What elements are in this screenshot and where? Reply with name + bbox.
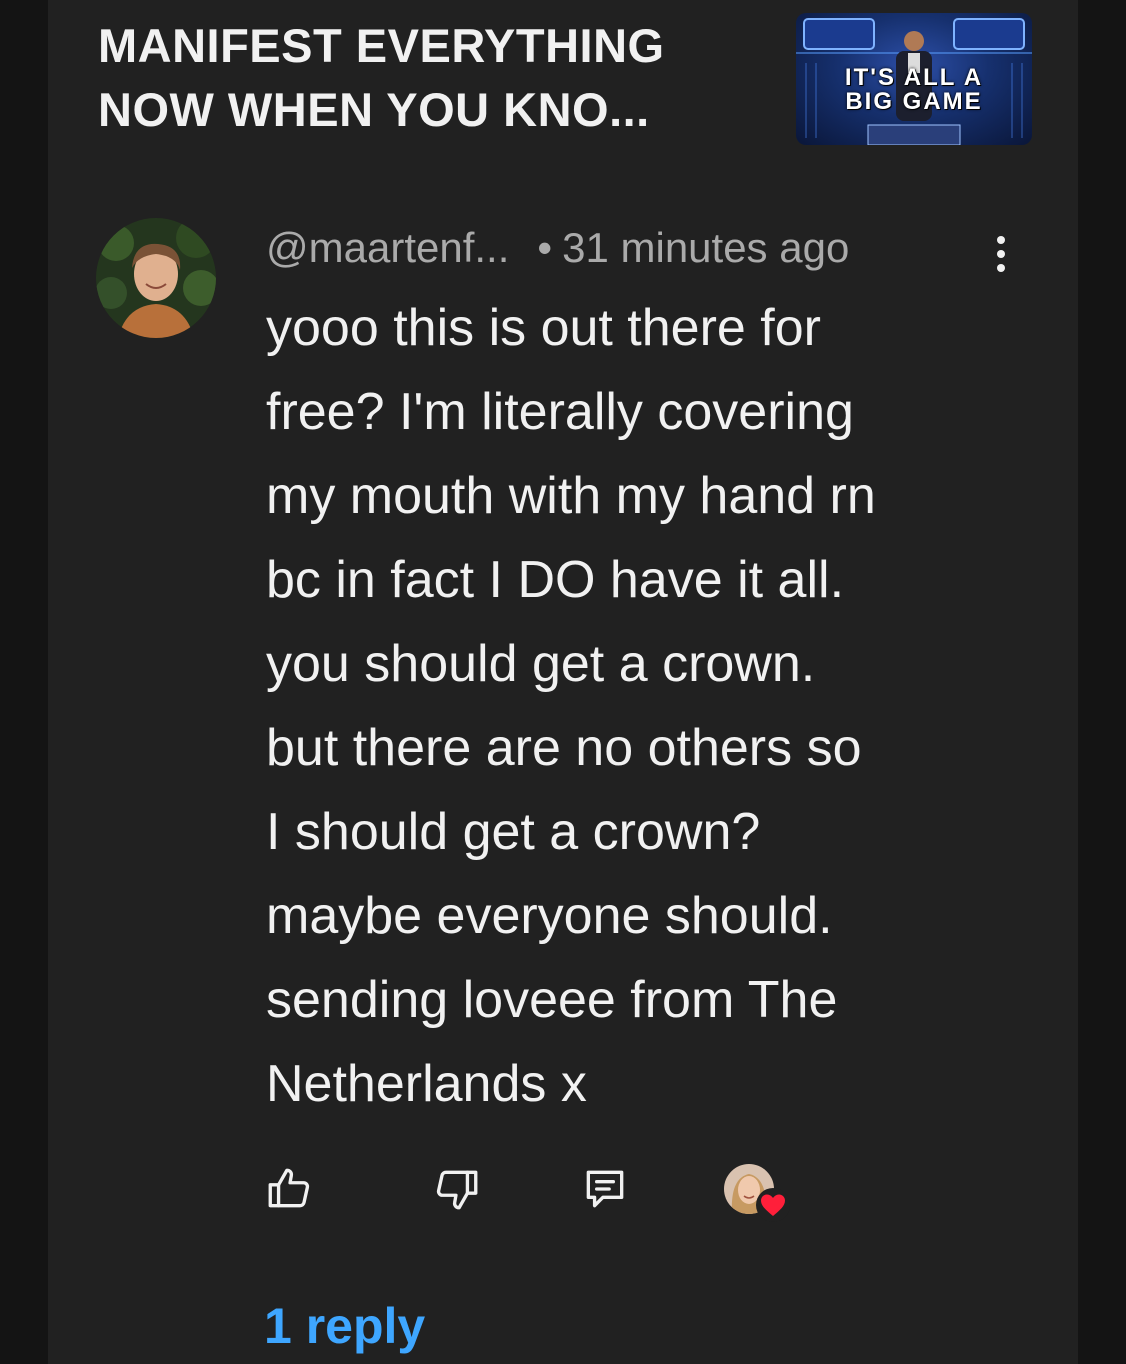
commenter-avatar[interactable]: [96, 218, 216, 338]
reply-button[interactable]: [580, 1164, 630, 1214]
view-replies-button[interactable]: 1 reply: [264, 1294, 425, 1358]
comment-author[interactable]: @maartenf...: [266, 224, 509, 271]
heart-badge: [756, 1188, 790, 1222]
meta-separator: •: [537, 224, 553, 271]
thumbnail-caption-line-2: BIG GAME: [845, 88, 983, 115]
comment-menu-button[interactable]: [986, 228, 1016, 278]
more-vert-icon: [997, 236, 1005, 272]
dislike-button[interactable]: [432, 1164, 482, 1214]
comment-meta: @maartenf... • 31 minutes ago: [266, 220, 849, 276]
reply-comment-icon: [586, 1170, 624, 1208]
thumbs-up-icon: [268, 1168, 310, 1208]
video-thumbnail[interactable]: IT'S ALL A BIG GAME: [796, 13, 1032, 145]
comments-panel: MANIFEST EVERYTHING NOW WHEN YOU KNO... …: [48, 0, 1078, 1364]
thumbs-down-icon: [436, 1170, 478, 1210]
commenter-avatar-image: [96, 218, 216, 338]
comment-text: yooo this is out there for free? I'm lit…: [266, 299, 876, 1113]
comment-timestamp: 31 minutes ago: [562, 224, 850, 271]
creator-heart-icon: [761, 1194, 785, 1216]
video-title[interactable]: MANIFEST EVERYTHING NOW WHEN YOU KNO...: [98, 14, 758, 142]
like-button[interactable]: [264, 1164, 314, 1214]
creator-heart: [724, 1164, 790, 1222]
